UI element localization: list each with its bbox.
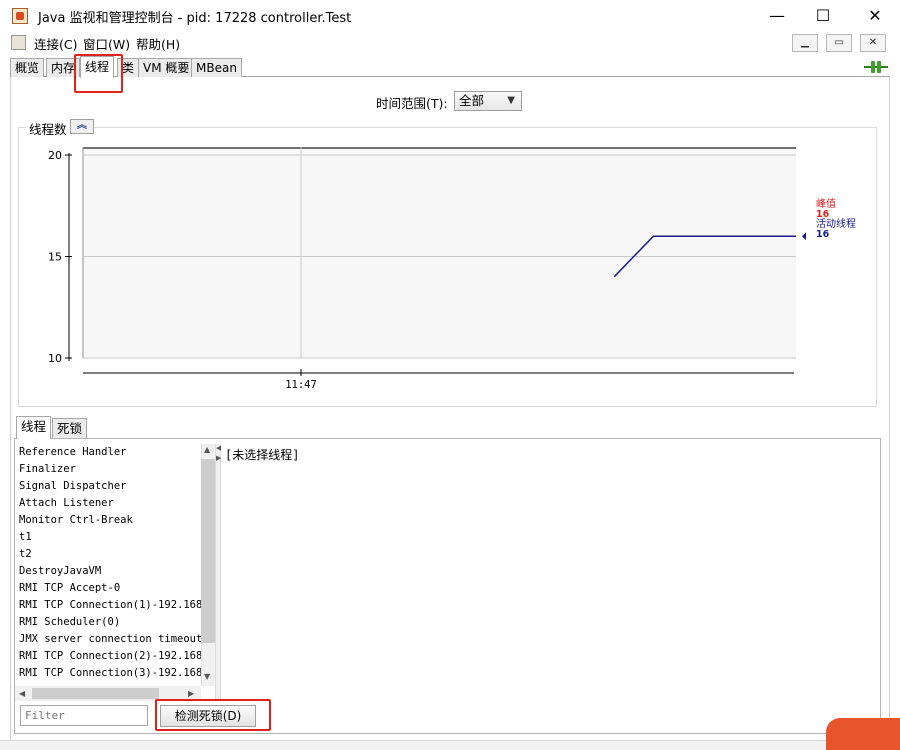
menu-window[interactable]: 窗口(W) <box>83 34 130 53</box>
subtab-threads[interactable]: 线程 <box>16 416 52 439</box>
thread-list-item[interactable]: RMI Scheduler(0) <box>19 616 120 628</box>
menu-help[interactable]: 帮助(H) <box>136 34 180 53</box>
thread-list-item[interactable]: Finalizer <box>19 463 76 475</box>
inner-minimize-button[interactable]: ▁ <box>792 34 818 52</box>
time-range-select[interactable]: 全部 ▼ <box>454 91 522 111</box>
thread-list[interactable]: Reference Handler Finalizer Signal Dispatc… <box>15 444 201 686</box>
connection-status-icon <box>864 61 888 73</box>
thread-list-item[interactable]: RMI TCP Connection(2)-192.168. <box>19 650 201 662</box>
y-tick-label: 10 <box>48 352 62 365</box>
plot-area <box>83 147 796 358</box>
thread-list-item[interactable]: JMX server connection timeout <box>19 633 201 645</box>
subtab-deadlock[interactable]: 死锁 <box>52 418 88 438</box>
java-menu-icon[interactable] <box>11 35 26 50</box>
thread-list-item[interactable]: t2 <box>19 548 32 560</box>
background-orange-badge <box>826 718 900 750</box>
close-button[interactable]: ✕ <box>852 0 898 31</box>
inner-close-button[interactable]: ✕ <box>860 34 886 52</box>
java-app-icon <box>12 8 28 24</box>
menu-bar <box>0 31 900 54</box>
x-tick-label: 11:47 <box>285 379 317 391</box>
tab-mbean[interactable]: MBean <box>191 58 242 77</box>
thread-count-chart: 10152011:47峰值16活动线程16 <box>48 147 856 391</box>
legend-live-value: 16 <box>816 229 830 240</box>
background-strip <box>0 740 900 750</box>
tab-vm-summary[interactable]: VM 概要 <box>138 58 195 77</box>
menu-connection[interactable]: 连接(C) <box>34 34 77 53</box>
chevron-down-icon: ▼ <box>507 95 515 106</box>
inner-restore-button[interactable]: ▭ <box>826 34 852 52</box>
scroll-right-arrow-icon[interactable]: ▶ <box>188 689 194 698</box>
vertical-scroll-thumb[interactable] <box>201 459 215 643</box>
thread-list-item[interactable]: RMI TCP Accept-0 <box>19 582 120 594</box>
thread-list-item[interactable]: Monitor Ctrl-Break <box>19 514 133 526</box>
tab-overview[interactable]: 概览 <box>10 58 45 77</box>
thread-list-item[interactable]: Signal Dispatcher <box>19 480 126 492</box>
horizontal-scroll-thumb[interactable] <box>32 688 159 699</box>
scroll-down-arrow-icon[interactable]: ▼ <box>204 672 210 681</box>
thread-list-item[interactable]: RMI TCP Connection(1)-192.168. <box>19 599 201 611</box>
time-range-value: 全部 <box>459 93 485 108</box>
minimize-button[interactable]: — <box>754 0 800 31</box>
thread-list-item[interactable]: RMI TCP Connection(3)-192.168. <box>19 667 201 679</box>
y-tick-label: 20 <box>48 149 62 162</box>
deadlock-button-highlight <box>155 699 271 731</box>
collapse-chevron-up-icon[interactable]: ︽ <box>70 119 94 134</box>
thread-detail-pane <box>221 444 880 733</box>
thread-filter-input[interactable] <box>20 705 148 726</box>
live-threads-marker <box>802 232 806 241</box>
thread-list-item[interactable]: DestroyJavaVM <box>19 565 101 577</box>
y-tick-label: 15 <box>48 251 62 264</box>
thread-list-item[interactable]: Attach Listener <box>19 497 114 509</box>
chart-title: 线程数 <box>26 119 70 138</box>
thread-list-item[interactable]: Reference Handler <box>19 446 126 458</box>
maximize-button[interactable]: ☐ <box>800 0 846 31</box>
thread-detail-text: [未选择线程] <box>225 448 300 462</box>
scroll-up-arrow-icon[interactable]: ▲ <box>204 445 210 454</box>
scroll-left-arrow-icon[interactable]: ◀ <box>19 689 25 698</box>
thread-list-item[interactable]: t1 <box>19 531 32 543</box>
window-title: Java 监视和管理控制台 - pid: 17228 controller.Te… <box>38 11 352 26</box>
time-range-label: 时间范围(T): <box>376 96 448 111</box>
